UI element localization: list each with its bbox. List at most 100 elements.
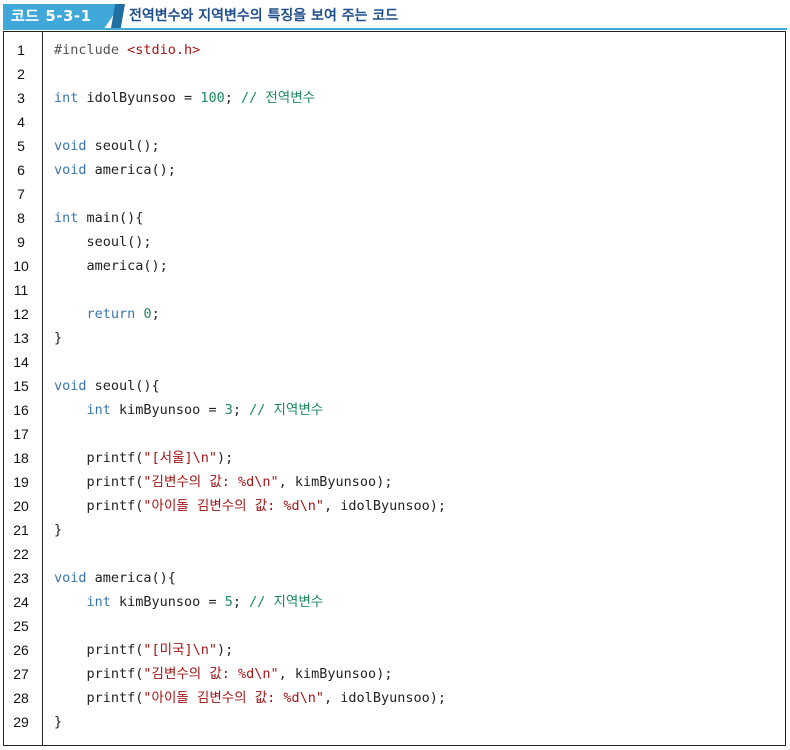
line-number: 9	[17, 234, 25, 250]
code-token: int	[86, 594, 111, 610]
line-number: 26	[13, 642, 29, 658]
code-token: <stdio.h>	[127, 42, 201, 58]
code-text: }	[54, 710, 62, 734]
code-line: 3 int idolByunsoo = 100; // 전역변수	[4, 86, 785, 110]
code-token: printf(	[54, 642, 144, 658]
line-number: 25	[13, 618, 29, 634]
code-line: 26 printf("[미국]\n");	[4, 638, 785, 662]
code-token: void	[54, 138, 87, 154]
code-token: , idolByunsoo);	[324, 498, 446, 514]
line-number: 8	[17, 210, 25, 226]
code-line: 23 void america(){	[4, 566, 785, 590]
line-number: 23	[13, 570, 29, 586]
code-line: 15 void seoul(){	[4, 374, 785, 398]
code-token: // 지역변수	[249, 402, 324, 418]
code-line: 2	[4, 62, 785, 86]
code-token: america(){	[86, 570, 176, 586]
code-token: }	[54, 330, 63, 346]
code-text: printf("김변수의 값: %d\n", kimByunsoo);	[54, 662, 393, 686]
code-line: 1 #include <stdio.h>	[4, 38, 785, 62]
line-number: 11	[13, 282, 29, 298]
code-token: 5	[224, 594, 233, 610]
code-line: 18 printf("[서울]\n");	[4, 446, 785, 470]
line-number: 14	[13, 354, 29, 370]
code-token: void	[54, 570, 87, 586]
code-token: );	[217, 642, 234, 658]
code-token: printf(	[54, 690, 144, 706]
code-text: void america();	[54, 158, 176, 182]
code-token: seoul();	[86, 138, 160, 154]
code-title: 전역변수와 지역변수의 특징을 보여 주는 코드	[129, 8, 399, 24]
code-line: 24 int kimByunsoo = 5; // 지역변수	[4, 590, 785, 614]
code-line: 20 printf("아이돌 김변수의 값: %d\n", idolByunso…	[4, 494, 785, 518]
code-token: , idolByunsoo);	[324, 690, 446, 706]
line-number: 20	[13, 498, 29, 514]
code-text: int idolByunsoo = 100; // 전역변수	[54, 86, 315, 110]
code-token: "아이돌 김변수의 값: %d\n"	[143, 690, 325, 706]
code-line: 10 america();	[4, 254, 785, 278]
code-token: int	[86, 402, 111, 418]
code-text: void seoul(){	[54, 374, 160, 398]
code-line: 12 return 0;	[4, 302, 785, 326]
code-line: 9 seoul();	[4, 230, 785, 254]
line-number: 4	[17, 114, 25, 130]
code-text: }	[54, 518, 62, 542]
code-text: america();	[54, 254, 168, 278]
code-line: 21}	[4, 518, 785, 542]
code-token: printf(	[54, 474, 144, 490]
code-token: kimByunsoo =	[110, 402, 225, 418]
code-text: seoul();	[54, 230, 152, 254]
code-header: 코드 5-3-1 전역변수와 지역변수의 특징을 보여 주는 코드	[0, 0, 790, 32]
code-text: printf("김변수의 값: %d\n", kimByunsoo);	[54, 470, 393, 494]
code-token: int	[54, 90, 79, 106]
code-token: "아이돌 김변수의 값: %d\n"	[143, 498, 325, 514]
line-number: 1	[17, 42, 25, 58]
code-token: }	[54, 714, 63, 730]
line-number: 2	[17, 66, 25, 82]
line-number: 29	[13, 714, 29, 730]
code-token: "[서울]\n"	[143, 450, 218, 466]
code-line: 14	[4, 350, 785, 374]
line-number: 17	[13, 426, 29, 442]
code-text: }	[54, 326, 62, 350]
code-token: ;	[224, 90, 241, 106]
code-token: seoul();	[54, 234, 152, 250]
code-token: seoul(){	[86, 378, 160, 394]
code-line: 22	[4, 542, 785, 566]
code-token: // 전역변수	[240, 90, 316, 106]
line-number: 16	[13, 402, 29, 418]
code-line: 8 int main(){	[4, 206, 785, 230]
code-line: 13}	[4, 326, 785, 350]
line-number: 13	[13, 330, 29, 346]
code-token: "[미국]\n"	[143, 642, 218, 658]
code-line: 11	[4, 278, 785, 302]
code-text: int kimByunsoo = 3; // 지역변수	[54, 398, 324, 422]
code-token: america();	[86, 162, 176, 178]
line-number: 22	[13, 546, 29, 562]
code-token: // 지역변수	[249, 594, 324, 610]
code-token: ;	[151, 306, 160, 322]
code-line: 28 printf("아이돌 김변수의 값: %d\n", idolByunso…	[4, 686, 785, 710]
line-number: 18	[13, 450, 29, 466]
code-token: int	[54, 210, 79, 226]
code-line: 5 void seoul();	[4, 134, 785, 158]
line-number: 6	[17, 162, 25, 178]
line-number: 28	[13, 690, 29, 706]
code-number-tag: 코드 5-3-1	[3, 4, 121, 28]
code-token: america();	[54, 258, 168, 274]
code-line: 4	[4, 110, 785, 134]
code-line: 7	[4, 182, 785, 206]
code-text: #include <stdio.h>	[54, 38, 200, 62]
code-token: 0	[143, 306, 152, 322]
code-token: ;	[232, 402, 250, 418]
code-text: printf("[서울]\n");	[54, 446, 234, 470]
line-number: 24	[13, 594, 29, 610]
code-token: ;	[232, 594, 250, 610]
line-number: 10	[13, 258, 29, 274]
code-text: printf("아이돌 김변수의 값: %d\n", idolByunsoo);	[54, 686, 446, 710]
code-token: 100	[200, 90, 225, 106]
line-number: 5	[17, 138, 25, 154]
